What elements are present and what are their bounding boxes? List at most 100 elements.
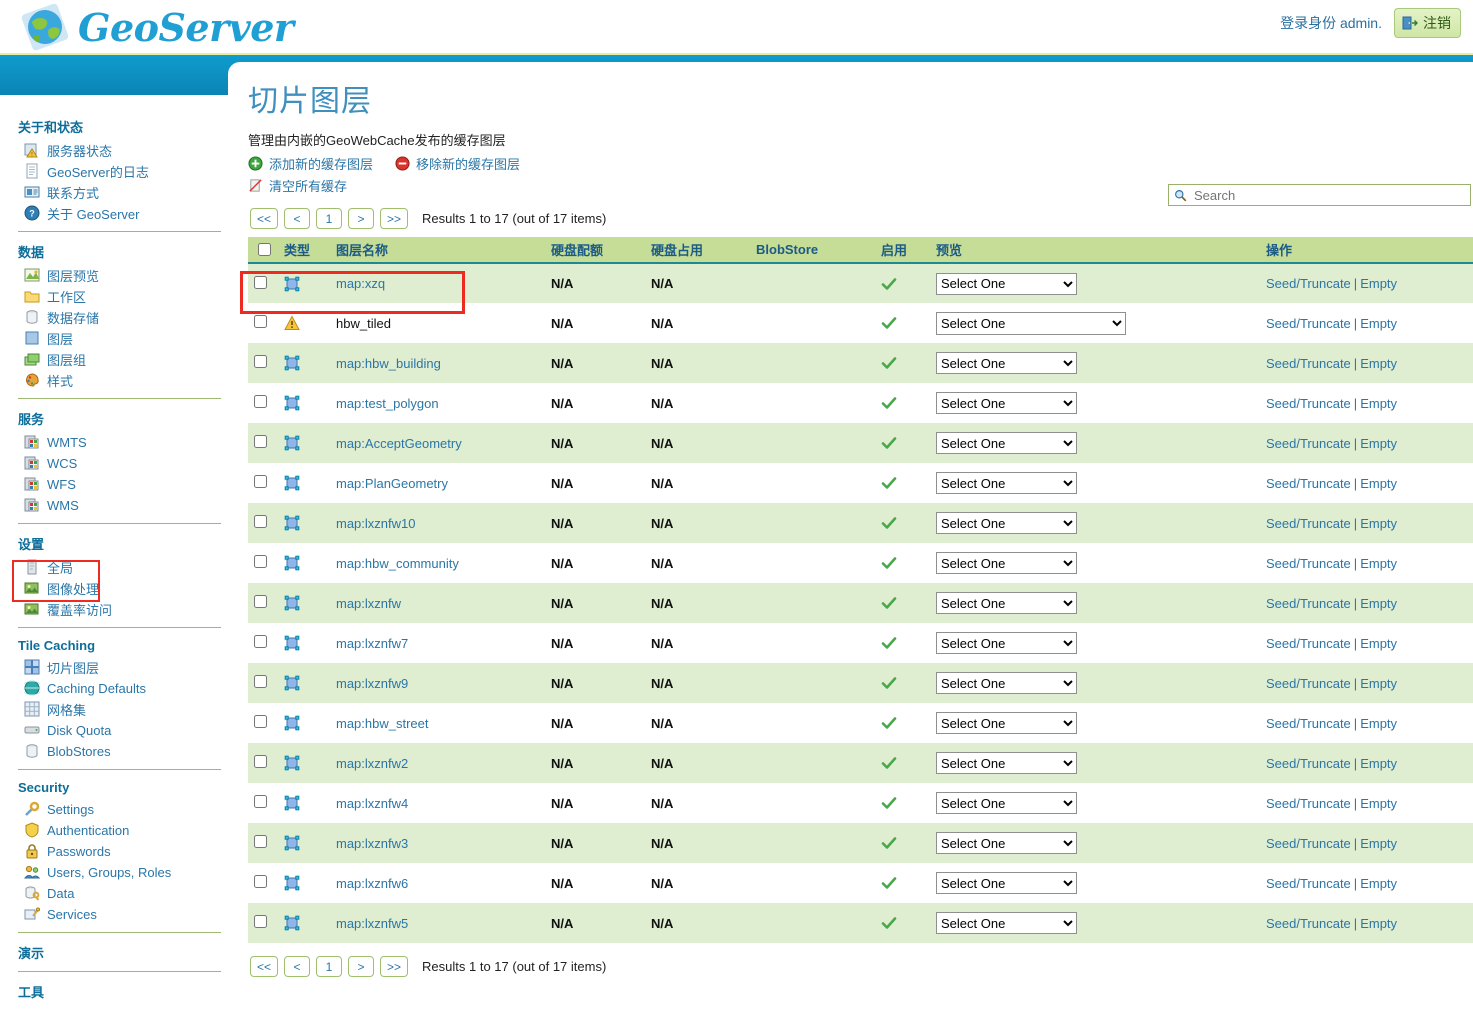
row-checkbox[interactable]: [254, 555, 267, 568]
sidebar-item-geoserver[interactable]: ? 关于 GeoServer: [24, 204, 238, 222]
sidebar-item-[interactable]: 网格集: [24, 700, 238, 718]
page-first-button-bottom[interactable]: <<: [250, 956, 279, 977]
empty-link[interactable]: Empty: [1360, 916, 1397, 931]
search-box[interactable]: [1168, 184, 1471, 206]
sidebar-item-wms[interactable]: WMS: [24, 496, 238, 514]
page-first-button[interactable]: <<: [250, 208, 279, 229]
row-checkbox[interactable]: [254, 675, 267, 688]
seed-truncate-link[interactable]: Seed/Truncate: [1266, 596, 1351, 611]
sidebar-item-users-groups-roles[interactable]: Users, Groups, Roles: [24, 863, 238, 881]
layer-name-link[interactable]: map:hbw_street: [336, 716, 429, 731]
layer-name-link[interactable]: map:lxznfw2: [336, 756, 408, 771]
sidebar-item-passwords[interactable]: Passwords: [24, 842, 238, 860]
sidebar-item-wcs[interactable]: WCS: [24, 454, 238, 472]
empty-link[interactable]: Empty: [1360, 316, 1397, 331]
row-checkbox[interactable]: [254, 355, 267, 368]
row-checkbox[interactable]: [254, 395, 267, 408]
sidebar-item-[interactable]: 联系方式: [24, 183, 238, 201]
seed-truncate-link[interactable]: Seed/Truncate: [1266, 796, 1351, 811]
layer-name-link[interactable]: map:lxznfw7: [336, 636, 408, 651]
preview-select[interactable]: Select One: [936, 432, 1077, 454]
preview-select[interactable]: Select One: [936, 872, 1077, 894]
row-checkbox[interactable]: [254, 475, 267, 488]
row-checkbox[interactable]: [254, 515, 267, 528]
sidebar-item-data[interactable]: Data: [24, 884, 238, 902]
preview-select[interactable]: Select One: [936, 592, 1077, 614]
sidebar-item-[interactable]: 图像处理: [24, 579, 238, 597]
empty-link[interactable]: Empty: [1360, 796, 1397, 811]
preview-select[interactable]: Select One: [936, 752, 1077, 774]
sidebar-item-blobstores[interactable]: BlobStores: [24, 742, 238, 760]
sidebar-item-[interactable]: 样式: [24, 371, 238, 389]
seed-truncate-link[interactable]: Seed/Truncate: [1266, 916, 1351, 931]
preview-select[interactable]: Select One: [936, 632, 1077, 654]
layer-name-link[interactable]: map:hbw_building: [336, 356, 441, 371]
sidebar-item-[interactable]: 数据存储: [24, 308, 238, 326]
seed-truncate-link[interactable]: Seed/Truncate: [1266, 556, 1351, 571]
seed-truncate-link[interactable]: Seed/Truncate: [1266, 396, 1351, 411]
col-header-used[interactable]: 硬盘占用: [645, 237, 750, 264]
preview-select[interactable]: Select One: [936, 672, 1077, 694]
page-prev-button-bottom[interactable]: <: [284, 956, 311, 977]
sidebar-item-[interactable]: 图层组: [24, 350, 238, 368]
empty-link[interactable]: Empty: [1360, 276, 1397, 291]
col-header-enabled[interactable]: 启用: [875, 237, 930, 264]
page-next-button-bottom[interactable]: >: [348, 956, 375, 977]
page-number-button[interactable]: 1: [316, 208, 343, 229]
seed-truncate-link[interactable]: Seed/Truncate: [1266, 716, 1351, 731]
search-input[interactable]: [1192, 186, 1465, 204]
page-number-button-bottom[interactable]: 1: [316, 956, 343, 977]
seed-truncate-link[interactable]: Seed/Truncate: [1266, 476, 1351, 491]
empty-link[interactable]: Empty: [1360, 836, 1397, 851]
seed-truncate-link[interactable]: Seed/Truncate: [1266, 636, 1351, 651]
layer-name-link[interactable]: map:test_polygon: [336, 396, 439, 411]
sidebar-item-wfs[interactable]: WFS: [24, 475, 238, 493]
preview-select[interactable]: Select One: [936, 832, 1077, 854]
sidebar-item-[interactable]: 工作区: [24, 287, 238, 305]
page-last-button[interactable]: >>: [380, 208, 409, 229]
empty-link[interactable]: Empty: [1360, 716, 1397, 731]
preview-select[interactable]: Select One: [936, 352, 1077, 374]
remove-cached-layer-link[interactable]: 移除新的缓存图层: [395, 154, 520, 173]
page-prev-button[interactable]: <: [284, 208, 311, 229]
preview-select[interactable]: Select One: [936, 512, 1077, 534]
page-next-button[interactable]: >: [348, 208, 375, 229]
sidebar-item-[interactable]: 覆盖率访问: [24, 600, 238, 618]
preview-select[interactable]: Select One: [936, 552, 1077, 574]
sidebar-item-[interactable]: ! 服务器状态: [24, 141, 238, 159]
sidebar-item-services[interactable]: Services: [24, 905, 238, 923]
empty-link[interactable]: Empty: [1360, 356, 1397, 371]
layer-name-link[interactable]: map:lxznfw: [336, 596, 401, 611]
col-header-name[interactable]: 图层名称: [330, 237, 545, 264]
sidebar-item-[interactable]: 图层预览: [24, 266, 238, 284]
layer-name-link[interactable]: map:hbw_community: [336, 556, 459, 571]
empty-link[interactable]: Empty: [1360, 516, 1397, 531]
add-cached-layer-link[interactable]: 添加新的缓存图层: [248, 154, 373, 173]
row-checkbox[interactable]: [254, 275, 267, 289]
seed-truncate-link[interactable]: Seed/Truncate: [1266, 276, 1351, 291]
empty-link[interactable]: Empty: [1360, 676, 1397, 691]
layer-name-link[interactable]: map:lxznfw6: [336, 876, 408, 891]
empty-link[interactable]: Empty: [1360, 436, 1397, 451]
row-checkbox[interactable]: [254, 435, 267, 448]
preview-select[interactable]: Select One: [936, 712, 1077, 734]
row-checkbox[interactable]: [254, 835, 267, 848]
preview-select[interactable]: Select One: [936, 472, 1077, 494]
sidebar-item-disk-quota[interactable]: Disk Quota: [24, 721, 238, 739]
seed-truncate-link[interactable]: Seed/Truncate: [1266, 836, 1351, 851]
layer-name-link[interactable]: map:AcceptGeometry: [336, 436, 462, 451]
brand-logo[interactable]: GeoServer: [20, 2, 294, 52]
layer-name-link[interactable]: map:lxznfw9: [336, 676, 408, 691]
row-checkbox[interactable]: [254, 635, 267, 648]
sidebar-item-[interactable]: 切片图层: [24, 658, 238, 676]
empty-link[interactable]: Empty: [1360, 596, 1397, 611]
sidebar-item-[interactable]: 图层: [24, 329, 238, 347]
seed-truncate-link[interactable]: Seed/Truncate: [1266, 356, 1351, 371]
row-checkbox[interactable]: [254, 915, 267, 928]
empty-link[interactable]: Empty: [1360, 396, 1397, 411]
empty-all-caches-link[interactable]: 清空所有缓存: [248, 176, 347, 195]
seed-truncate-link[interactable]: Seed/Truncate: [1266, 516, 1351, 531]
seed-truncate-link[interactable]: Seed/Truncate: [1266, 876, 1351, 891]
seed-truncate-link[interactable]: Seed/Truncate: [1266, 316, 1351, 331]
row-checkbox[interactable]: [254, 755, 267, 768]
